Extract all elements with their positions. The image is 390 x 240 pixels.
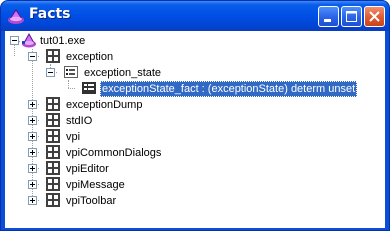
tree-item-vpitoolbar[interactable]: vpiToolbar xyxy=(64,193,118,209)
package-icon xyxy=(46,49,60,63)
collapse-toggle[interactable] xyxy=(10,36,19,45)
tree-item-stdio[interactable]: stdIO xyxy=(64,113,94,129)
minimize-icon xyxy=(324,19,331,22)
close-icon xyxy=(369,11,380,22)
collapse-toggle[interactable] xyxy=(28,52,37,61)
fact-icon xyxy=(82,82,96,94)
tree-item-vpi[interactable]: vpi xyxy=(64,129,82,145)
minimize-button[interactable] xyxy=(318,6,339,27)
tree-item-exception-state-fact[interactable]: exceptionState_fact : (exceptionState) d… xyxy=(100,81,358,97)
tree-item-vpicommondialogs[interactable]: vpiCommonDialogs xyxy=(64,145,163,161)
maximize-icon xyxy=(346,11,357,22)
tree-item-exception[interactable]: exception xyxy=(64,49,115,65)
expand-toggle[interactable] xyxy=(28,196,37,205)
facts-window: Facts tut01.exe exception exception_stat… xyxy=(0,0,390,231)
class-icon xyxy=(64,66,78,78)
expand-toggle[interactable] xyxy=(28,180,37,189)
collapse-toggle[interactable] xyxy=(46,68,55,77)
tree-line xyxy=(68,88,75,89)
package-icon xyxy=(46,177,60,191)
package-icon xyxy=(46,161,60,175)
window-title: Facts xyxy=(29,6,71,22)
expand-toggle[interactable] xyxy=(28,164,37,173)
tree-item-exceptiondump[interactable]: exceptionDump xyxy=(64,97,144,113)
expand-toggle[interactable] xyxy=(28,132,37,141)
expand-toggle[interactable] xyxy=(28,116,37,125)
package-icon xyxy=(46,113,60,127)
expand-toggle[interactable] xyxy=(28,148,37,157)
project-icon xyxy=(22,32,36,48)
tree-line xyxy=(68,80,69,88)
expand-toggle[interactable] xyxy=(28,100,37,109)
tree-item-vpieditor[interactable]: vpiEditor xyxy=(64,161,111,177)
tree-item-vpimessage[interactable]: vpiMessage xyxy=(64,177,127,193)
package-icon xyxy=(46,193,60,207)
facts-tree[interactable]: tut01.exe exception exception_state exce… xyxy=(5,31,385,228)
close-button[interactable] xyxy=(364,6,385,27)
app-icon xyxy=(8,9,24,24)
package-icon xyxy=(46,129,60,143)
maximize-button[interactable] xyxy=(341,6,362,27)
tree-item-tut01-exe[interactable]: tut01.exe xyxy=(38,33,87,49)
title-bar[interactable]: Facts xyxy=(1,1,389,31)
package-icon xyxy=(46,97,60,111)
tree-item-exception-state[interactable]: exception_state xyxy=(82,65,163,81)
package-icon xyxy=(46,145,60,159)
facts-panel: tut01.exe exception exception_state exce… xyxy=(5,31,385,228)
